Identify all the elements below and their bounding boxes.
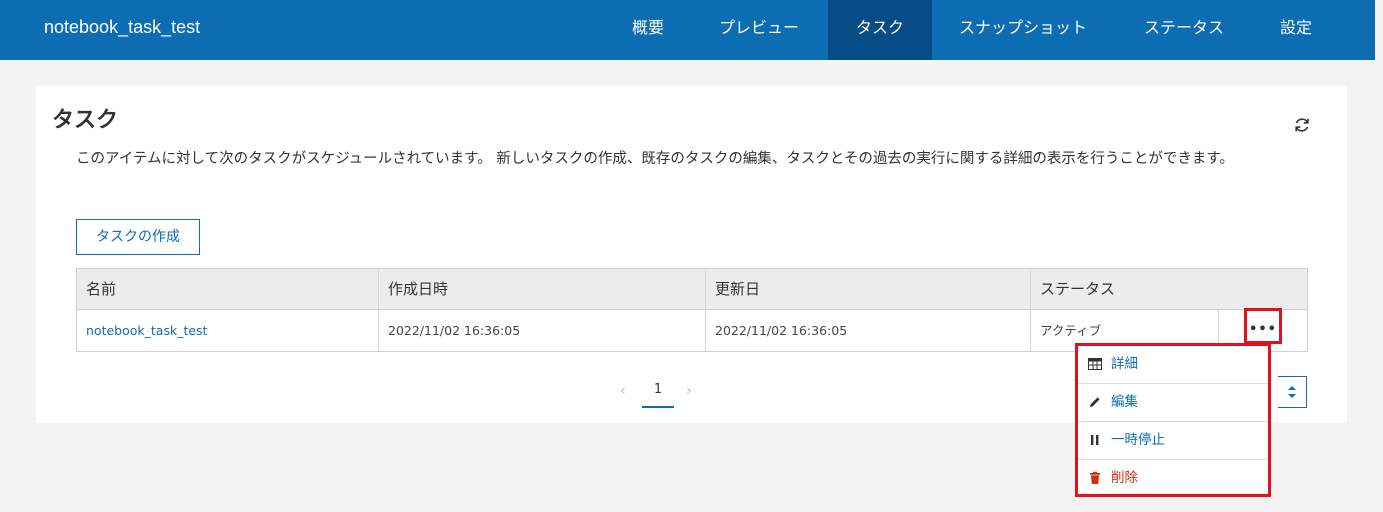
menu-item-details[interactable]: 詳細 xyxy=(1078,346,1268,384)
highlight-box-more-button xyxy=(1244,308,1282,344)
menu-item-label: 一時停止 xyxy=(1111,432,1165,448)
pause-icon xyxy=(1091,435,1099,445)
column-header-name[interactable]: 名前 xyxy=(77,269,379,309)
column-header-created[interactable]: 作成日時 xyxy=(379,269,706,309)
table-icon xyxy=(1088,358,1102,370)
page-number-current[interactable]: 1 xyxy=(642,378,674,408)
create-task-button[interactable]: タスクの作成 xyxy=(76,219,200,255)
refresh-icon[interactable] xyxy=(1292,115,1312,135)
page-title: タスク xyxy=(52,108,119,133)
tab-status[interactable]: ステータス xyxy=(1130,0,1238,60)
menu-item-label: 削除 xyxy=(1111,470,1138,486)
sort-arrows-icon xyxy=(1288,386,1296,398)
task-name-link[interactable]: notebook_task_test xyxy=(86,323,207,338)
tab-snapshots[interactable]: スナップショット xyxy=(946,0,1100,60)
column-header-status[interactable]: ステータス xyxy=(1031,269,1219,309)
pagination: ‹ 1 › xyxy=(616,378,756,408)
description-text: このアイテムに対して次のタスクがスケジュールされています。 新しいタスクの作成、… xyxy=(76,151,1234,167)
created-cell: 2022/11/02 16:36:05 xyxy=(379,310,706,351)
menu-item-label: 詳細 xyxy=(1111,356,1138,372)
menu-item-label: 編集 xyxy=(1111,394,1138,410)
task-name-cell: notebook_task_test xyxy=(77,310,379,351)
top-bar: notebook_task_test 概要 プレビュー タスク スナップショット… xyxy=(0,0,1375,60)
updated-cell: 2022/11/02 16:36:05 xyxy=(706,310,1031,351)
pencil-icon xyxy=(1090,397,1100,407)
menu-item-delete[interactable]: 削除 xyxy=(1078,460,1268,497)
previous-page-button[interactable]: ‹ xyxy=(620,383,626,399)
tab-overview[interactable]: 概要 xyxy=(616,0,680,60)
tab-tasks[interactable]: タスク xyxy=(828,0,932,60)
menu-item-edit[interactable]: 編集 xyxy=(1078,384,1268,422)
scrollbar-gutter xyxy=(1375,0,1383,512)
trash-icon xyxy=(1090,471,1100,484)
tab-preview[interactable]: プレビュー xyxy=(704,0,814,60)
tab-settings[interactable]: 設定 xyxy=(1266,0,1326,60)
menu-item-pause[interactable]: 一時停止 xyxy=(1078,422,1268,460)
app-title[interactable]: notebook_task_test xyxy=(44,17,200,38)
row-actions-menu: 詳細 編集 一時停止 削除 xyxy=(1075,343,1271,497)
column-header-actions xyxy=(1219,269,1307,309)
page-size-select[interactable] xyxy=(1278,376,1307,408)
tasks-table: 名前 作成日時 更新日 ステータス notebook_task_test 202… xyxy=(76,268,1308,352)
table-header: 名前 作成日時 更新日 ステータス xyxy=(77,269,1307,310)
column-header-updated[interactable]: 更新日 xyxy=(706,269,1031,309)
next-page-button[interactable]: › xyxy=(686,383,692,399)
